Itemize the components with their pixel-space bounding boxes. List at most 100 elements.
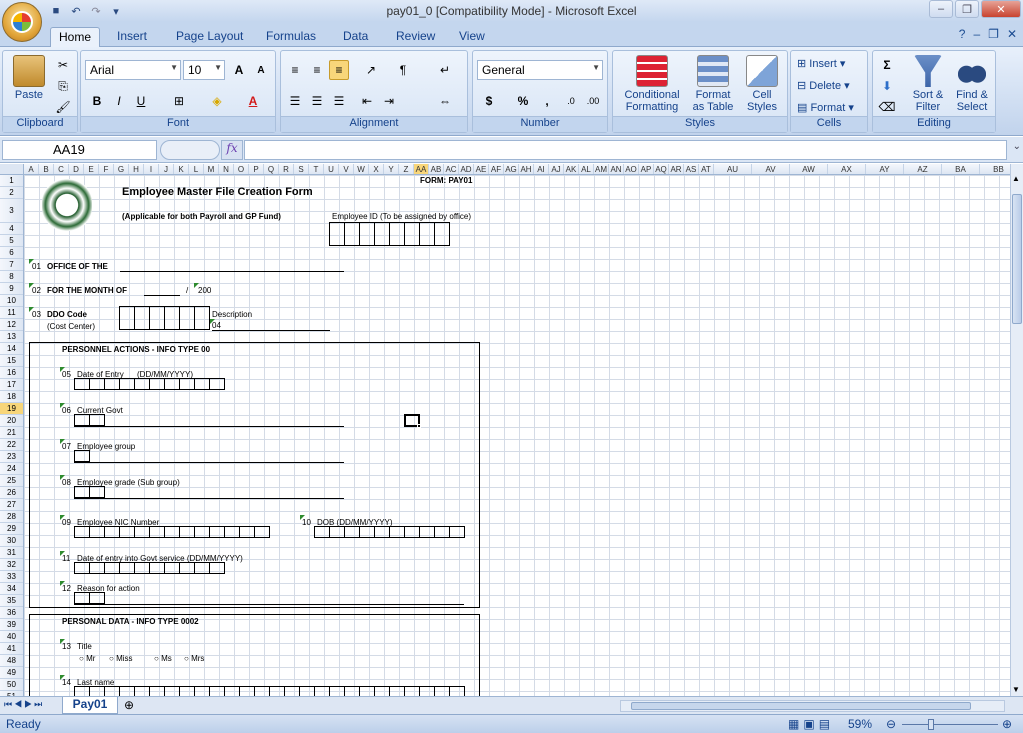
column-header[interactable]: F	[99, 164, 114, 174]
row-header[interactable]: 24	[0, 463, 23, 475]
row-header[interactable]: 5	[0, 235, 23, 247]
ribbon-restore-icon[interactable]: ❐	[988, 27, 999, 41]
column-header[interactable]: Q	[264, 164, 279, 174]
row-header[interactable]: 39	[0, 619, 23, 631]
column-header[interactable]: M	[204, 164, 219, 174]
row-header[interactable]: 26	[0, 487, 23, 499]
column-header[interactable]: AC	[444, 164, 459, 174]
title-option-miss[interactable]: ○ Miss	[109, 654, 133, 663]
zoom-slider-thumb[interactable]	[928, 719, 934, 730]
cut-icon[interactable]: ✂	[53, 55, 73, 75]
column-header[interactable]: AG	[504, 164, 519, 174]
column-header[interactable]: BB	[980, 164, 1012, 174]
column-header[interactable]: C	[54, 164, 69, 174]
column-header[interactable]: AI	[534, 164, 549, 174]
wrap-text-icon[interactable]: ↵	[435, 60, 455, 80]
row-header[interactable]: 11	[0, 307, 23, 319]
column-header[interactable]: N	[219, 164, 234, 174]
sheet-tab-pay01[interactable]: Pay01	[62, 697, 118, 714]
row-header[interactable]: 41	[0, 643, 23, 655]
column-header[interactable]: V	[339, 164, 354, 174]
minimize-icon[interactable]: –	[929, 0, 953, 18]
cell-styles-button[interactable]: Cell Styles	[739, 55, 785, 113]
column-header[interactable]: G	[114, 164, 129, 174]
increase-decimal-icon[interactable]: .0	[561, 91, 581, 111]
row-header[interactable]: 7	[0, 259, 23, 271]
row-header[interactable]: 49	[0, 667, 23, 679]
percent-button[interactable]: %	[513, 91, 533, 111]
column-header[interactable]: AU	[714, 164, 752, 174]
column-header[interactable]: AM	[594, 164, 609, 174]
borders-icon[interactable]: ⊞	[169, 91, 189, 111]
tab-view[interactable]: View	[451, 27, 493, 47]
column-header[interactable]: A	[24, 164, 39, 174]
row-header[interactable]: 29	[0, 523, 23, 535]
column-header[interactable]: AO	[624, 164, 639, 174]
dob-boxes[interactable]	[314, 526, 465, 538]
autosum-button[interactable]: Σ	[877, 55, 897, 75]
column-header[interactable]: B	[39, 164, 54, 174]
font-color-button[interactable]: A	[243, 91, 263, 111]
row-header[interactable]: 50	[0, 679, 23, 691]
align-left-icon[interactable]: ☰	[285, 91, 305, 111]
row-header[interactable]: 3	[0, 199, 23, 223]
column-header[interactable]: AT	[699, 164, 714, 174]
name-box[interactable]: AA19	[2, 140, 157, 160]
align-right-icon[interactable]: ☰	[329, 91, 349, 111]
format-painter-icon[interactable]: 🖌	[53, 97, 73, 117]
column-header[interactable]: E	[84, 164, 99, 174]
scroll-down-icon[interactable]: ▼	[1012, 685, 1020, 694]
row-header[interactable]: 30	[0, 535, 23, 547]
insert-cells-button[interactable]: ⊞ Insert ▾	[797, 58, 845, 70]
horizontal-scrollbar[interactable]	[620, 700, 1005, 712]
column-header[interactable]: AH	[519, 164, 534, 174]
font-name-dropdown[interactable]: Arial ▼	[85, 60, 181, 80]
zoom-out-icon[interactable]: ⊖	[886, 717, 896, 731]
column-header[interactable]: AJ	[549, 164, 564, 174]
help-icon[interactable]: ?	[959, 27, 966, 41]
govt-entry-date-boxes[interactable]	[74, 562, 225, 574]
title-option-mrs[interactable]: ○ Mrs	[184, 654, 204, 663]
vertical-scroll-thumb[interactable]	[1012, 194, 1022, 324]
formula-bar-expander[interactable]	[160, 140, 220, 160]
employee-grade-boxes[interactable]	[74, 486, 105, 498]
column-header[interactable]: AB	[429, 164, 444, 174]
row-header[interactable]: 35	[0, 595, 23, 607]
normal-view-icon[interactable]: ▦	[788, 717, 799, 731]
title-option-ms[interactable]: ○ Ms	[154, 654, 172, 663]
row-header[interactable]: 28	[0, 511, 23, 523]
row-header[interactable]: 9	[0, 283, 23, 295]
decrease-indent-icon[interactable]: ⇤	[357, 91, 377, 111]
column-header[interactable]: D	[69, 164, 84, 174]
formula-input[interactable]	[244, 140, 1007, 160]
align-bottom-icon[interactable]: ≡	[329, 60, 349, 80]
employee-id-boxes[interactable]	[329, 222, 450, 246]
close-icon[interactable]: ✕	[981, 0, 1021, 18]
select-all-corner[interactable]	[0, 164, 24, 175]
merge-center-icon[interactable]: ⇔	[435, 91, 455, 111]
column-header[interactable]: AL	[579, 164, 594, 174]
row-header[interactable]: 21	[0, 427, 23, 439]
grow-font-button[interactable]: A	[229, 60, 249, 80]
clear-icon[interactable]: ⌫	[877, 97, 897, 117]
row-header[interactable]: 27	[0, 499, 23, 511]
nic-number-boxes[interactable]	[74, 526, 270, 538]
row-header[interactable]: 48	[0, 655, 23, 667]
ribbon-close-icon[interactable]: ✕	[1007, 27, 1017, 41]
insert-function-button[interactable]: fx	[221, 140, 243, 160]
date-of-entry-boxes[interactable]	[74, 378, 225, 390]
column-header[interactable]: AA	[414, 164, 429, 174]
format-cells-button[interactable]: ▤ Format ▾	[797, 102, 854, 114]
row-header[interactable]: 6	[0, 247, 23, 259]
row-header[interactable]: 12	[0, 319, 23, 331]
column-header[interactable]: AZ	[904, 164, 942, 174]
row-header[interactable]: 14	[0, 343, 23, 355]
tab-page-layout[interactable]: Page Layout	[168, 27, 251, 47]
row-header[interactable]: 23	[0, 451, 23, 463]
tab-formulas[interactable]: Formulas	[258, 27, 324, 47]
bold-button[interactable]: B	[87, 91, 107, 111]
column-header[interactable]: T	[309, 164, 324, 174]
shrink-font-button[interactable]: A	[251, 60, 271, 80]
tab-review[interactable]: Review	[388, 27, 443, 47]
column-header[interactable]: J	[159, 164, 174, 174]
